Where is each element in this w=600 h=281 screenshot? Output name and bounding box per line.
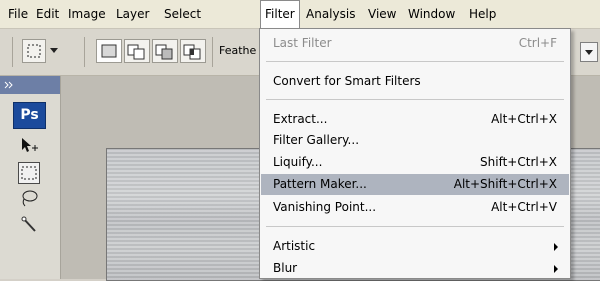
menu-item-last-filter: Last Filter Ctrl+F [261,33,569,54]
new-selection-icon [101,44,117,58]
rectangular-marquee-icon [21,166,37,180]
filter-menu: Last Filter Ctrl+F Convert for Smart Fil… [259,28,571,279]
rectangular-marquee-tool[interactable] [18,162,40,184]
menu-help[interactable]: Help [465,0,500,28]
marquee-preset-button[interactable] [22,39,46,63]
menu-item-label: Artistic [273,239,316,253]
intersect-selection-icon [183,44,201,60]
menu-item-label: Pattern Maker... [273,177,367,191]
menu-separator [266,61,564,62]
menu-file[interactable]: File [4,0,32,28]
menu-item-label: Last Filter [273,36,332,50]
menu-item-label: Convert for Smart Filters [273,74,421,88]
menu-image[interactable]: Image [64,0,110,28]
menu-window[interactable]: Window [404,0,459,28]
intersect-selection-button[interactable] [180,39,206,63]
menu-item-shortcut: Shift+Ctrl+X [480,155,557,169]
move-tool[interactable] [18,136,40,158]
menu-item-extract[interactable]: Extract... Alt+Ctrl+X [261,109,569,130]
menu-item-shortcut: Ctrl+F [518,36,557,50]
rectangular-marquee-icon [27,44,41,58]
menu-item-shortcut: Alt+Ctrl+X [491,112,557,126]
submenu-arrow-icon [554,265,558,273]
submenu-arrow-icon [554,243,558,251]
menu-item-vanishing-point[interactable]: Vanishing Point... Alt+Ctrl+V [261,197,569,218]
collapse-arrows-icon [4,81,13,89]
feather-label: Feathe [219,44,257,57]
menu-select[interactable]: Select [160,0,205,28]
menu-item-label: Blur [273,261,298,275]
menu-analysis[interactable]: Analysis [302,0,359,28]
add-to-selection-icon [127,44,145,60]
add-to-selection-button[interactable] [124,39,150,63]
menu-item-label: Filter Gallery... [273,133,360,147]
toolbox: Ps [0,76,61,279]
options-bar-grip [12,37,13,67]
menu-view[interactable]: View [364,0,400,28]
menu-item-filter-gallery[interactable]: Filter Gallery... [261,130,569,151]
menu-item-blur[interactable]: Blur [261,258,569,279]
menu-layer[interactable]: Layer [112,0,153,28]
lasso-icon [22,190,38,207]
menu-separator [266,226,564,227]
quick-selection-icon [21,216,36,232]
lasso-tool[interactable] [18,188,40,210]
quick-selection-tool[interactable] [18,214,40,236]
menu-bar: File Edit Image Layer Select Filter Anal… [0,0,600,29]
style-dropdown-button[interactable] [580,42,598,62]
menu-item-label: Vanishing Point... [273,200,377,214]
chevron-down-icon[interactable] [50,48,58,53]
move-tool-icon [22,138,38,152]
menu-item-pattern-maker[interactable]: Pattern Maker... Alt+Shift+Ctrl+X [261,174,569,195]
menu-item-label: Extract... [273,112,328,126]
menu-item-label: Liquify... [273,155,323,169]
menu-item-artistic[interactable]: Artistic [261,236,569,257]
menu-item-shortcut: Alt+Ctrl+V [491,200,557,214]
photoshop-logo: Ps [13,102,46,129]
toolbox-header[interactable] [0,76,60,94]
menu-filter[interactable]: Filter [260,0,300,29]
menu-edit[interactable]: Edit [32,0,63,28]
menu-item-liquify[interactable]: Liquify... Shift+Ctrl+X [261,152,569,173]
divider [84,37,85,67]
subtract-from-selection-icon [155,44,173,60]
menu-item-convert-smart-filters[interactable]: Convert for Smart Filters [261,71,569,92]
divider [212,37,213,67]
new-selection-button[interactable] [96,39,122,63]
menu-item-shortcut: Alt+Shift+Ctrl+X [453,177,557,191]
subtract-from-selection-button[interactable] [152,39,178,63]
menu-separator [266,99,564,100]
